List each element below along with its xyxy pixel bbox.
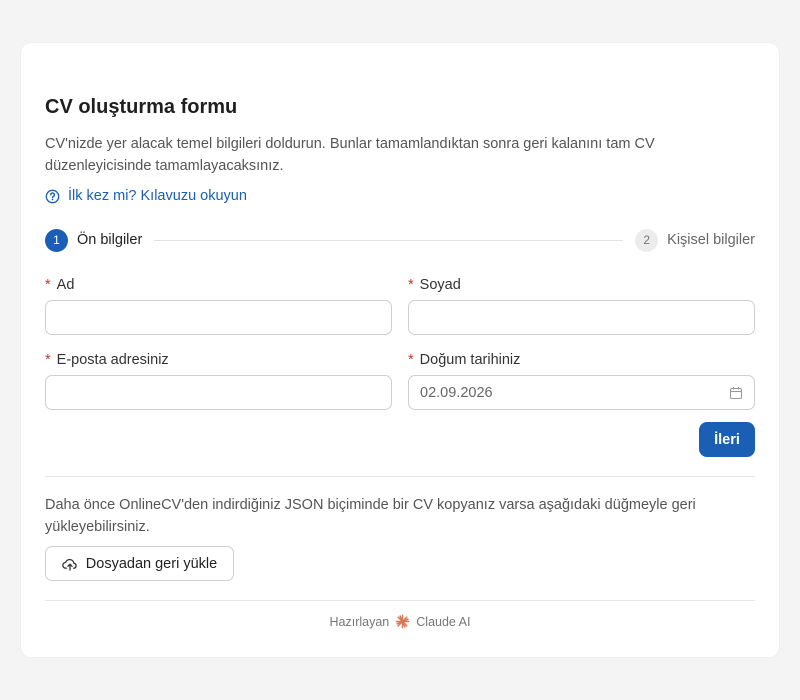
birth-date-label: * Doğum tarihiniz	[408, 350, 755, 370]
birth-date-input[interactable]: 02.09.2026	[408, 375, 755, 410]
form-description: CV'nizde yer alacak temel bilgileri dold…	[45, 136, 655, 174]
guide-link-label: İlk kez mi? Kılavuzu okuyun	[68, 188, 247, 204]
step-1: 1 Ön bilgiler	[45, 228, 143, 252]
cloud-upload-icon	[62, 558, 77, 571]
birth-date-field-group: * Doğum tarihiniz 02.09.2026	[408, 350, 755, 410]
first-name-field-group: * Ad	[45, 275, 392, 335]
step-2: 2 Kişisel bilgiler	[635, 228, 755, 252]
step-indicator: 1 Ön bilgiler 2 Kişisel bilgiler	[45, 228, 755, 252]
last-name-field-group: * Soyad	[408, 275, 755, 335]
email-field-group: * E-posta adresiniz	[45, 350, 392, 410]
guide-link[interactable]: İlk kez mi? Kılavuzu okuyun	[45, 188, 247, 204]
step-1-number: 1	[45, 228, 68, 252]
email-input[interactable]	[45, 375, 392, 410]
footer-brand: Claude AI	[416, 614, 471, 629]
restore-from-file-button[interactable]: Dosyadan geri yükle	[45, 546, 234, 581]
required-marker: *	[45, 277, 51, 293]
step-2-number: 2	[635, 228, 659, 252]
claude-sparkle-icon	[395, 614, 410, 629]
last-name-label: * Soyad	[408, 275, 755, 295]
first-name-label-text: Ad	[56, 277, 75, 293]
birth-date-value: 02.09.2026	[420, 384, 493, 401]
required-marker: *	[408, 277, 414, 293]
footer-credit: Hazırlayan Claude AI	[45, 614, 755, 629]
section-divider	[45, 476, 755, 477]
page-title: CV oluşturma formu	[45, 96, 238, 118]
last-name-label-text: Soyad	[419, 277, 461, 293]
footer-divider	[45, 600, 755, 601]
required-marker: *	[408, 352, 414, 368]
footer-prefix: Hazırlayan	[329, 614, 390, 629]
next-button[interactable]: İleri	[699, 422, 755, 457]
last-name-input[interactable]	[408, 300, 755, 335]
required-marker: *	[45, 352, 51, 368]
restore-button-label: Dosyadan geri yükle	[85, 555, 218, 572]
restore-description: Daha önce OnlineCV'den indirdiğiniz JSON…	[45, 497, 696, 535]
calendar-icon[interactable]	[729, 386, 743, 400]
first-name-label: * Ad	[45, 275, 392, 295]
step-2-label: Kişisel bilgiler	[667, 232, 755, 248]
step-connector	[154, 239, 624, 241]
birth-date-label-text: Doğum tarihiniz	[419, 352, 521, 368]
form-card: CV oluşturma formu CV'nizde yer alacak t…	[21, 43, 779, 657]
first-name-input[interactable]	[45, 300, 392, 335]
help-circle-icon	[45, 189, 60, 203]
email-label: * E-posta adresiniz	[45, 350, 392, 370]
step-1-label: Ön bilgiler	[77, 232, 143, 248]
email-label-text: E-posta adresiniz	[56, 352, 169, 368]
